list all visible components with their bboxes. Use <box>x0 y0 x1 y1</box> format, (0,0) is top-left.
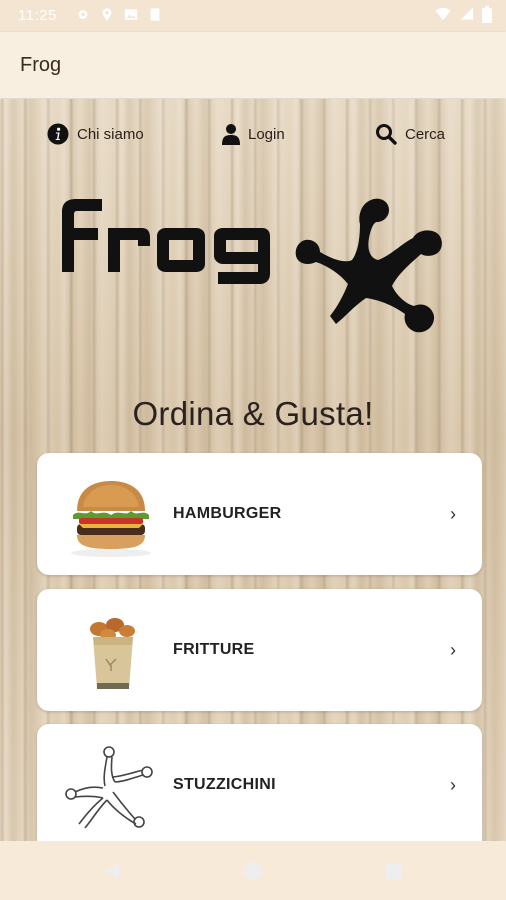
signal-icon <box>460 7 474 20</box>
search-label: Cerca <box>405 125 446 143</box>
info-icon <box>47 123 69 145</box>
app-bar: Frog <box>0 32 506 98</box>
frog-foot-icon <box>65 746 153 829</box>
category-label: FRITTURE <box>173 641 255 658</box>
settings-icon <box>78 10 88 19</box>
image-icon <box>124 9 138 20</box>
tagline: Ordina & Gusta! <box>132 395 374 432</box>
login-link[interactable]: Login <box>222 123 285 145</box>
chevron-right-icon: › <box>450 775 456 795</box>
about-label: Chi siamo <box>77 125 144 143</box>
category-card-stuzzichini[interactable]: STUZZICHINI › <box>37 724 482 841</box>
search-link[interactable]: Cerca <box>375 123 445 145</box>
frog-logo <box>62 198 442 333</box>
category-card-hamburger[interactable]: HAMBURGER › <box>37 453 482 575</box>
user-icon <box>222 124 240 145</box>
status-bar: 11:25 <box>0 0 506 32</box>
chevron-right-icon: › <box>450 504 456 524</box>
fries-icon <box>90 618 135 689</box>
category-label: HAMBURGER <box>173 505 282 522</box>
burger-icon <box>71 481 151 557</box>
status-time: 11:25 <box>18 7 57 24</box>
search-icon <box>376 124 397 145</box>
battery-icon <box>482 6 492 23</box>
chevron-right-icon: › <box>450 640 456 660</box>
category-card-fritture[interactable]: FRITTURE › <box>37 589 482 711</box>
back-button[interactable] <box>101 859 125 883</box>
wifi-icon <box>435 7 451 21</box>
top-nav: Chi siamo Login Cerca <box>0 123 506 149</box>
recents-button[interactable] <box>382 859 406 883</box>
system-nav-bar <box>0 841 506 900</box>
main-content[interactable]: Chi siamo Login Cerca Ordina & Gusta! HA… <box>0 99 506 841</box>
home-button[interactable] <box>241 859 265 883</box>
login-label: Login <box>248 125 285 143</box>
category-label: STUZZICHINI <box>173 776 276 793</box>
sd-card-icon <box>150 8 160 21</box>
location-icon <box>102 8 112 21</box>
app-title: Frog <box>20 54 62 76</box>
about-link[interactable]: Chi siamo <box>47 123 144 145</box>
